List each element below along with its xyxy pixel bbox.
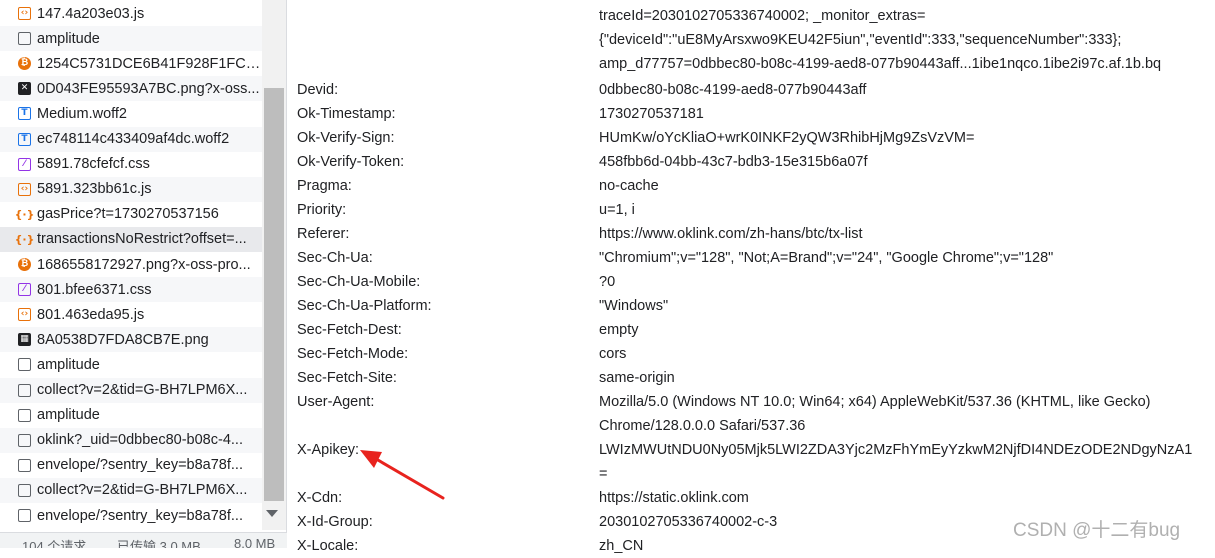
header-key: X-Apikey:: [297, 442, 360, 458]
header-value-continuation: Chrome/128.0.0.0 Safari/537.36: [599, 418, 806, 434]
request-name: 1254C5731DCE6B41F928F1FC5...: [37, 55, 262, 72]
header-key: Referer:: [297, 226, 350, 242]
header-key: Sec-Ch-Ua:: [297, 250, 373, 266]
cookie-value-line: amp_d77757=0dbbec80-b08c-4199-aed8-077b9…: [599, 56, 1162, 72]
csdn-watermark: CSDN @十二有bug: [1013, 520, 1181, 541]
header-key: X-Id-Group:: [297, 514, 373, 530]
header-row: Ok-Verify-Token: 458fbb6d-04bb-43c7-bdb3-…: [0, 150, 1215, 174]
header-value: LWIzMWUtNDU0Ny05Mjk5LWI2ZDA3Yjc2MzFhYmEy…: [599, 442, 1193, 458]
header-row: Sec-Fetch-Site: same-origin: [0, 366, 1215, 390]
doc-file-icon: [18, 32, 31, 46]
header-value: u=1, i: [599, 202, 635, 218]
header-key: User-Agent:: [297, 394, 375, 410]
header-value: empty: [599, 322, 639, 338]
header-value: 458fbb6d-04bb-43c7-bdb3-15e315b6a07f: [599, 154, 868, 170]
header-value: ?0: [599, 274, 616, 290]
request-name: amplitude: [37, 30, 100, 47]
red-annotation-arrow-icon: [360, 450, 445, 500]
header-row: Priority: u=1, i: [0, 198, 1215, 222]
header-key: Sec-Ch-Ua-Platform:: [297, 298, 432, 314]
header-row: Sec-Ch-Ua-Mobile: ?0: [0, 270, 1215, 294]
header-value: "Chromium";v="128", "Not;A=Brand";v="24"…: [599, 250, 1054, 266]
header-value: "Windows": [599, 298, 669, 314]
header-row: Ok-Timestamp: 1730270537181: [0, 102, 1215, 126]
header-value: Mozilla/5.0 (Windows NT 10.0; Win64; x64…: [599, 394, 1151, 410]
header-row: Sec-Ch-Ua: "Chromium";v="128", "Not;A=Bra…: [0, 246, 1215, 270]
header-key: Ok-Verify-Token:: [297, 154, 405, 170]
header-row: User-Agent: Mozilla/5.0 (Windows NT 10.0;…: [0, 390, 1215, 414]
header-key: Priority:: [297, 202, 347, 218]
header-row: Sec-Ch-Ua-Platform: "Windows": [0, 294, 1215, 318]
header-row: X-Cdn: https://static.oklink.com: [0, 486, 1215, 510]
header-row: Sec-Fetch-Mode: cors: [0, 342, 1215, 366]
header-key: Pragma:: [297, 178, 352, 194]
header-key: Sec-Fetch-Site:: [297, 370, 397, 386]
header-row: Referer: https://www.oklink.com/zh-hans/b…: [0, 222, 1215, 246]
cookie-value-line: traceId=2030102705336740002; _monitor_ex…: [599, 8, 926, 24]
header-key: Ok-Timestamp:: [297, 106, 396, 122]
header-value-continuation: =: [599, 466, 608, 482]
header-row: Ok-Verify-Sign: HUmKw/oYcKliaO+wrK0INKF2y…: [0, 126, 1215, 150]
script-file-icon: ‹›: [18, 7, 31, 20]
header-value: same-origin: [599, 370, 675, 386]
request-name: 147.4a203e03.js: [37, 5, 145, 22]
header-key: Sec-Fetch-Mode:: [297, 346, 409, 362]
header-value: https://www.oklink.com/zh-hans/btc/tx-li…: [599, 226, 863, 242]
request-row[interactable]: ₿ 1254C5731DCE6B41F928F1FC5...: [0, 51, 262, 76]
header-key: X-Cdn:: [297, 490, 343, 506]
header-value: HUmKw/oYcKliaO+wrK0INKF2yQW3RhibHjMg9ZsV…: [599, 130, 975, 146]
header-key: X-Locale:: [297, 538, 359, 554]
header-value: 2030102705336740002-c-3: [599, 514, 778, 530]
header-value: 1730270537181: [599, 106, 704, 122]
header-key: Devid:: [297, 82, 339, 98]
header-value: zh_CN: [599, 538, 644, 554]
header-value: 0dbbec80-b08c-4199-aed8-077b90443aff: [599, 82, 867, 98]
header-key: Ok-Verify-Sign:: [297, 130, 395, 146]
request-row[interactable]: ‹› 147.4a203e03.js: [0, 1, 262, 26]
header-value: cors: [599, 346, 627, 362]
request-row[interactable]: amplitude: [0, 26, 262, 52]
header-row: Pragma: no-cache: [0, 174, 1215, 198]
header-value: no-cache: [599, 178, 659, 194]
header-row: Devid: 0dbbec80-b08c-4199-aed8-077b90443a…: [0, 78, 1215, 102]
header-value: https://static.oklink.com: [599, 490, 749, 506]
header-key: Sec-Fetch-Dest:: [297, 322, 402, 338]
header-row: Sec-Fetch-Dest: empty: [0, 318, 1215, 342]
header-key: Sec-Ch-Ua-Mobile:: [297, 274, 421, 290]
header-row: X-Apikey: LWIzMWUtNDU0Ny05Mjk5LWI2ZDA3Yjc…: [0, 438, 1215, 462]
cookie-value-line: {"deviceId":"uE8MyArsxwo9KEU42F5iun","ev…: [599, 32, 1122, 48]
img-file-icon: ₿: [18, 57, 31, 71]
